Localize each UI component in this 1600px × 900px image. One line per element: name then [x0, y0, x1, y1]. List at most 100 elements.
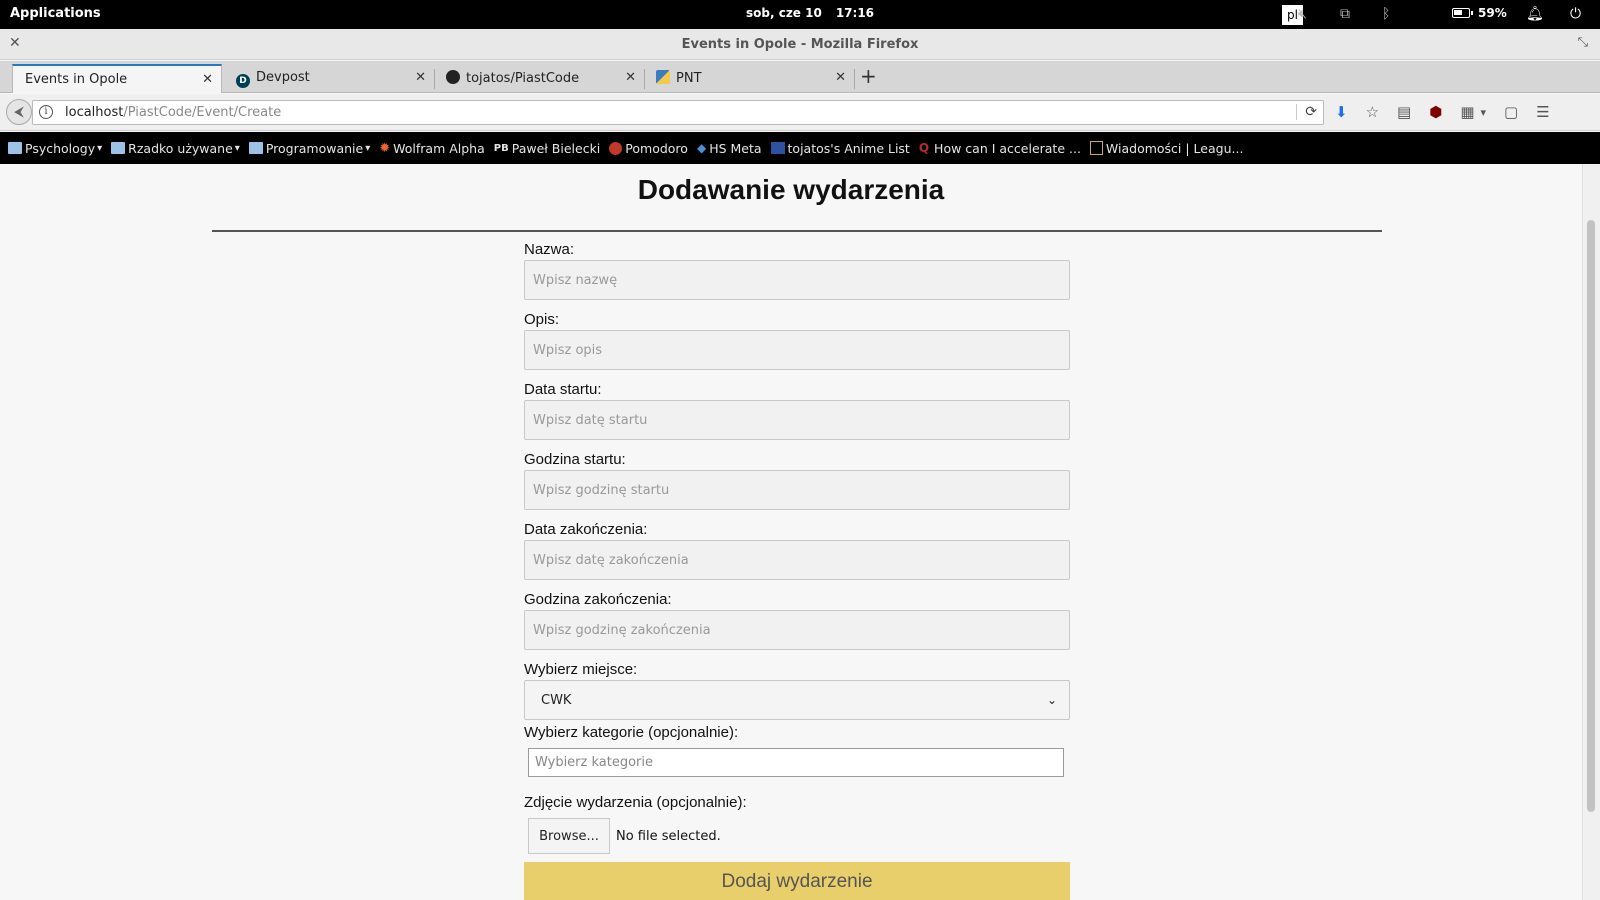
bookmark-label: Rzadko używane — [128, 140, 233, 156]
bookmark-folder-psychology[interactable]: Psychology ▾ — [8, 141, 102, 156]
folder-icon — [111, 142, 126, 154]
tab-pnt[interactable]: PNT ✕ — [644, 64, 855, 93]
python-favicon-icon — [656, 70, 670, 84]
bookmark-folder-rzadko[interactable]: Rzadko używane ▾ — [111, 141, 240, 156]
tab-close-icon[interactable]: ✕ — [625, 70, 636, 85]
tab-label: PNT — [676, 71, 702, 86]
tab-strip: Events in Opole ✕ D Devpost ✕ tojatos/Pia… — [0, 61, 1600, 93]
bookmark-quora[interactable]: Q How can I accelerate ... — [919, 141, 1081, 156]
bookmark-label: Wiadomości | Leagu... — [1105, 140, 1244, 156]
chevron-down-icon: ▾ — [365, 142, 371, 154]
bookmark-pomodoro[interactable]: Pomodoro — [609, 141, 688, 156]
tab-label: tojatos/PiastCode — [466, 71, 580, 86]
battery-percent: 59% — [1478, 6, 1507, 20]
url-bar[interactable]: i localhost/PiastCode/Event/Create ⟳ — [32, 100, 1324, 125]
network-icon[interactable]: ⧉ — [1340, 6, 1350, 22]
bookmark-wolfram-alpha[interactable]: ✹ Wolfram Alpha — [379, 141, 485, 156]
notifications-bell-icon[interactable]: 🔔︎ — [1526, 6, 1544, 22]
chevron-down-icon: ▾ — [234, 142, 240, 154]
end-time-label: Godzina zakończenia: — [524, 591, 672, 608]
quora-icon: Q — [918, 141, 930, 155]
place-selected-value: CWK — [541, 693, 572, 708]
download-icon[interactable]: ⬇ — [1335, 103, 1348, 121]
site-info-icon[interactable]: i — [39, 105, 53, 119]
bookmark-label: Paweł Bielecki — [511, 140, 601, 156]
end-time-input[interactable] — [524, 610, 1070, 650]
page-title: Dodawanie wydarzenia — [637, 174, 945, 205]
ublock-icon[interactable]: ⬢ — [1429, 103, 1442, 121]
url-text[interactable]: localhost/PiastCode/Event/Create — [65, 105, 281, 120]
tab-separator — [854, 69, 855, 89]
category-label: Wybierz kategorie (opcjonalnie): — [524, 724, 739, 741]
start-date-label: Data startu: — [524, 381, 602, 398]
tab-close-icon[interactable]: ✕ — [202, 72, 213, 87]
bluetooth-icon[interactable]: ᛒ — [1382, 6, 1390, 22]
url-path: /PiastCode/Event/Create — [123, 105, 282, 120]
system-top-panel: Applications sob, cze 10 17:16 pl 🔇︎ ⧉ ᛒ … — [0, 0, 1600, 29]
end-date-label: Data zakończenia: — [524, 521, 648, 538]
end-date-input[interactable] — [524, 540, 1070, 580]
league-icon — [1089, 141, 1103, 155]
battery-indicator[interactable]: 59% — [1452, 6, 1507, 20]
create-event-form: Nazwa: Opis: Data startu: Godzina startu… — [524, 240, 1070, 900]
new-tab-button[interactable]: + — [860, 64, 877, 88]
bookmark-label: tojatos's Anime List — [787, 140, 910, 156]
bookmark-league-news[interactable]: Wiadomości | Leagu... — [1089, 140, 1244, 156]
applications-menu[interactable]: Applications — [10, 6, 101, 21]
start-time-input[interactable] — [524, 470, 1070, 510]
tab-close-icon[interactable]: ✕ — [415, 70, 426, 85]
tab-github-piastcode[interactable]: tojatos/PiastCode ✕ — [434, 64, 645, 93]
place-label: Wybierz miejsce: — [524, 661, 638, 678]
name-label: Nazwa: — [524, 241, 575, 258]
chevron-down-icon[interactable]: ▾ — [1481, 106, 1487, 119]
menu-hamburger-icon[interactable]: ☰ — [1536, 103, 1549, 121]
bookmark-label: Psychology — [25, 140, 96, 156]
extension-s-icon[interactable]: ▢ — [1504, 103, 1518, 121]
file-picker: Browse... No file selected. — [528, 818, 1070, 854]
bookmark-label: Pomodoro — [625, 140, 688, 156]
back-button[interactable]: ⮜ — [6, 99, 32, 125]
devpost-favicon-icon: D — [236, 74, 250, 88]
page-scrollbar[interactable] — [1582, 164, 1600, 900]
tab-devpost[interactable]: D Devpost ✕ — [224, 64, 435, 93]
bookmark-star-icon[interactable]: ☆ — [1366, 103, 1379, 121]
clock[interactable]: sob, cze 10 17:16 — [746, 6, 874, 20]
bookmark-label: Wolfram Alpha — [393, 140, 485, 156]
name-input[interactable] — [524, 260, 1070, 300]
tab-events-in-opole[interactable]: Events in Opole ✕ — [12, 64, 222, 93]
place-select[interactable]: CWK ⌄ — [524, 680, 1070, 720]
bookmark-pawel-bielecki[interactable]: PB Paweł Bielecki — [494, 141, 601, 156]
bookmark-anime-list[interactable]: tojatos's Anime List — [770, 140, 910, 156]
folder-icon — [8, 142, 22, 154]
title-divider — [212, 230, 1382, 232]
bookmark-folder-programowanie[interactable]: Programowanie ▾ — [248, 141, 371, 156]
tab-close-icon[interactable]: ✕ — [835, 70, 846, 85]
folder-icon — [248, 142, 263, 154]
category-input[interactable] — [528, 748, 1064, 777]
volume-muted-icon[interactable]: 🔇︎ — [1298, 6, 1307, 22]
add-event-button[interactable]: Dodaj wydarzenie — [524, 862, 1070, 900]
description-input[interactable] — [524, 330, 1070, 370]
window-restore-icon[interactable]: ⤡ — [1578, 35, 1588, 50]
page-content: Dodawanie wydarzenia Nazwa: Opis: Data s… — [0, 164, 1582, 900]
scrollbar-thumb[interactable] — [1587, 220, 1595, 812]
start-date-input[interactable] — [524, 400, 1070, 440]
mal-icon — [770, 142, 785, 154]
wolfram-icon: ✹ — [379, 140, 391, 156]
tab-label: Devpost — [256, 70, 310, 85]
reading-list-icon[interactable]: ▤ — [1397, 103, 1411, 121]
reload-icon[interactable]: ⟳ — [1296, 104, 1317, 120]
url-host: localhost — [65, 105, 124, 120]
github-favicon-icon — [446, 70, 460, 84]
hs-meta-icon: ◆ — [696, 141, 707, 155]
battery-icon — [1452, 8, 1473, 18]
browse-button[interactable]: Browse... — [528, 818, 610, 854]
navigation-toolbar: ⮜ i localhost/PiastCode/Event/Create ⟳ ⬇… — [0, 94, 1600, 131]
start-time-label: Godzina startu: — [524, 451, 626, 468]
bookmark-hs-meta[interactable]: ◆ HS Meta — [697, 141, 762, 156]
power-icon[interactable]: ⏻ — [1570, 6, 1581, 22]
chevron-down-icon: ▾ — [97, 142, 103, 154]
extension-icon[interactable]: ▦ — [1460, 103, 1474, 121]
clock-date: sob, cze 10 — [746, 6, 822, 20]
bookmark-label: How can I accelerate ... — [934, 140, 1081, 156]
